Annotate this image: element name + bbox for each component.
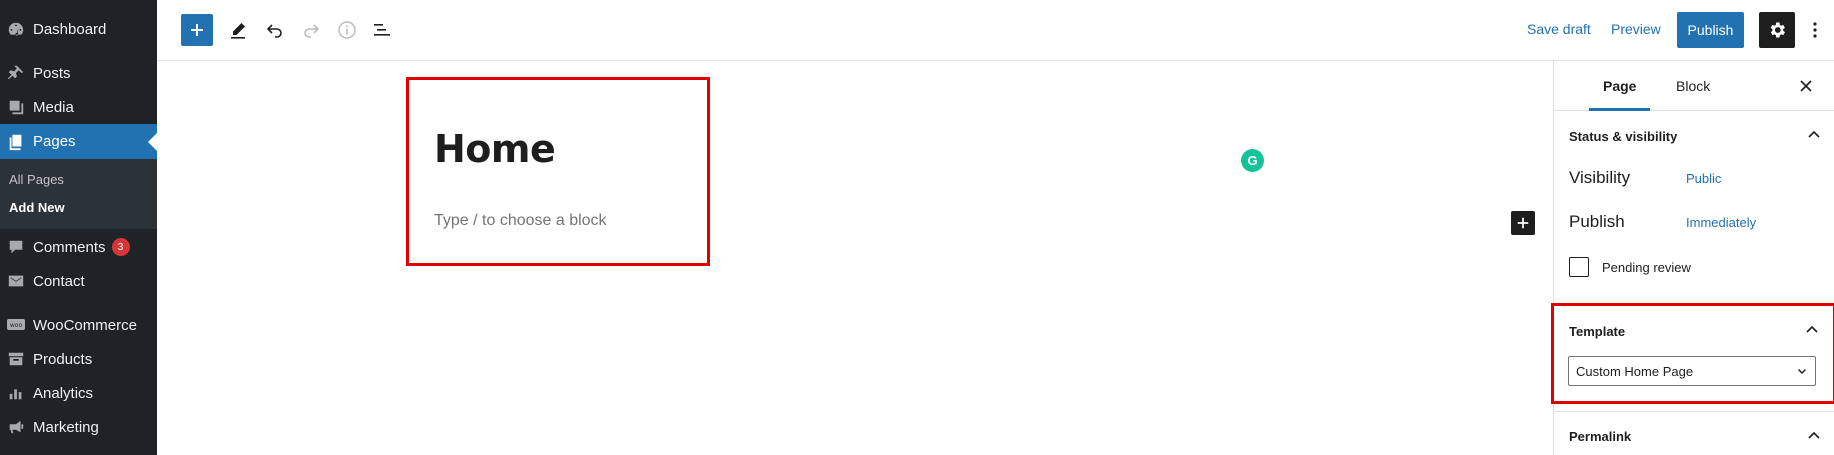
template-panel: Template Custom Home Page (1551, 303, 1834, 404)
list-view-icon (374, 24, 390, 36)
submenu-add-new[interactable]: Add New (9, 200, 65, 215)
submenu-all-pages[interactable]: All Pages (9, 172, 64, 187)
pin-icon (0, 56, 32, 90)
undo-button[interactable] (259, 14, 291, 46)
tab-page[interactable]: Page (1589, 61, 1650, 111)
menu-label: Marketing (33, 418, 99, 436)
pages-submenu: All Pages Add New (0, 159, 157, 229)
menu-item-media[interactable]: Media (0, 90, 157, 124)
template-select-value: Custom Home Page (1576, 363, 1694, 379)
chevron-up-icon (1808, 431, 1820, 439)
megaphone-icon (0, 410, 32, 444)
chevron-down-icon (1798, 369, 1806, 374)
menu-item-pages[interactable]: Pages (0, 124, 157, 159)
publish-button[interactable]: Publish (1677, 12, 1744, 48)
chevron-up-icon (1806, 325, 1818, 333)
menu-label: WooCommerce (33, 316, 137, 334)
block-inserter-button[interactable] (181, 14, 213, 46)
pages-icon (0, 125, 32, 159)
menu-label: Dashboard (33, 20, 107, 38)
pending-review-label: Pending review (1602, 260, 1691, 275)
save-draft-button[interactable]: Save draft (1527, 21, 1591, 37)
settings-button[interactable] (1759, 12, 1795, 48)
redo-icon (304, 24, 320, 38)
current-arrow (148, 132, 157, 151)
chevron-up-icon (1808, 130, 1820, 138)
menu-item-analytics[interactable]: Analytics (0, 376, 157, 410)
redo-button[interactable] (295, 14, 327, 46)
template-select[interactable]: Custom Home Page (1568, 356, 1816, 386)
info-icon (338, 21, 356, 39)
svg-text:woo: woo (10, 322, 23, 329)
publish-label: Publish (1569, 212, 1625, 231)
tools-button[interactable] (222, 14, 254, 46)
menu-item-woocommerce[interactable]: woo WooCommerce (0, 308, 157, 342)
editor-canvas: Home Type / to choose a block G (157, 61, 1553, 455)
plus-icon (1517, 217, 1529, 229)
tab-block[interactable]: Block (1662, 61, 1724, 111)
comment-icon (0, 230, 32, 264)
archive-icon (0, 342, 32, 376)
admin-sidebar: Dashboard Posts Media Pages All Pages Ad… (0, 0, 157, 455)
panel-title: Template (1569, 323, 1626, 339)
post-title[interactable]: Home (434, 127, 556, 171)
menu-label: Posts (33, 64, 71, 82)
pending-review-checkbox[interactable] (1569, 257, 1589, 277)
sidebar-tabs: Page Block (1554, 61, 1834, 111)
permalink-panel-toggle[interactable]: Permalink (1554, 411, 1834, 455)
menu-label: Analytics (33, 384, 94, 402)
wp-block-editor: Dashboard Posts Media Pages All Pages Ad… (0, 0, 1834, 455)
list-view-button[interactable] (366, 14, 398, 46)
block-appender-placeholder[interactable]: Type / to choose a block (434, 212, 607, 230)
menu-item-marketing[interactable]: Marketing (0, 410, 157, 444)
menu-label: Media (33, 98, 74, 116)
editor-toolbar: Save draft Preview Publish (157, 0, 1834, 61)
menu-label: Comments (33, 238, 106, 256)
menu-label: Pages (33, 133, 76, 150)
dashboard-icon (0, 12, 32, 46)
media-icon (0, 90, 32, 124)
close-sidebar-button[interactable] (1794, 74, 1818, 98)
menu-label: Contact (33, 272, 85, 290)
highlighted-content-area: Home Type / to choose a block (406, 77, 710, 266)
panel-title: Permalink (1569, 429, 1632, 444)
close-icon (1800, 80, 1812, 92)
plus-icon (191, 24, 203, 36)
template-panel-toggle[interactable]: Template (1554, 306, 1833, 356)
preview-button[interactable]: Preview (1611, 21, 1661, 37)
details-button[interactable] (331, 14, 363, 46)
status-visibility-panel-toggle[interactable]: Status & visibility (1554, 111, 1834, 161)
menu-item-comments[interactable]: Comments 3 (0, 230, 157, 264)
menu-item-products[interactable]: Products (0, 342, 157, 376)
gear-icon (1770, 22, 1785, 38)
undo-icon (266, 24, 282, 38)
inline-inserter-button[interactable] (1511, 211, 1535, 235)
envelope-icon (0, 264, 32, 298)
menu-item-dashboard[interactable]: Dashboard (0, 12, 157, 46)
menu-item-posts[interactable]: Posts (0, 56, 157, 90)
bar-chart-icon (0, 376, 32, 410)
options-menu-button[interactable] (1805, 12, 1825, 48)
menu-item-contact[interactable]: Contact (0, 264, 157, 298)
woo-icon: woo (0, 308, 32, 342)
publish-date-toggle[interactable]: Immediately (1686, 215, 1756, 230)
visibility-toggle[interactable]: Public (1686, 171, 1721, 186)
visibility-label: Visibility (1569, 168, 1631, 187)
comment-count-badge: 3 (111, 238, 130, 256)
settings-sidebar: Page Block Status & visibility Visibilit… (1551, 61, 1834, 455)
menu-label: Products (33, 350, 93, 368)
grammarly-icon[interactable]: G (1241, 149, 1264, 172)
more-vertical-icon (1813, 22, 1817, 38)
panel-title: Status & visibility (1569, 128, 1678, 144)
pencil-icon (231, 23, 245, 39)
